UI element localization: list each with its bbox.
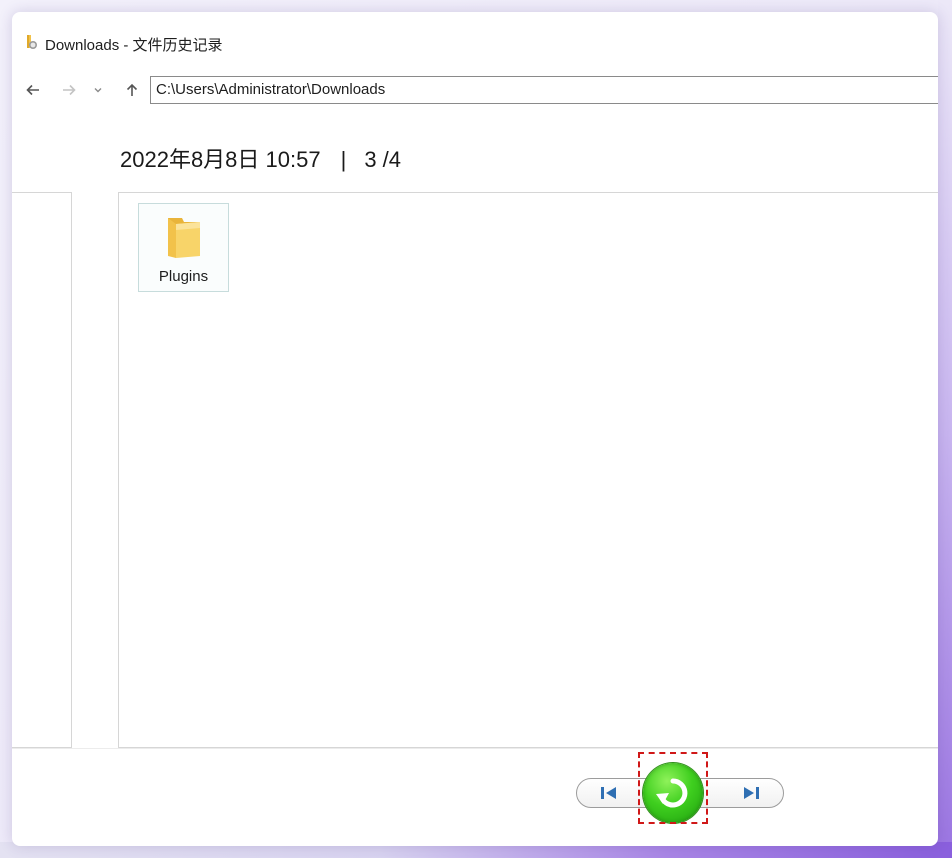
arrow-left-icon (26, 84, 39, 96)
folder-history-icon (27, 35, 37, 49)
file-history-window: Downloads - 文件历史记录 C:\Users\Administrato… (12, 12, 938, 846)
address-bar[interactable]: C:\Users\Administrator\Downloads (150, 76, 938, 104)
snapshot-header: 2022年8月8日 10:57 | 3 /4 (120, 142, 401, 174)
snapshot-datetime: 2022年8月8日 10:57 (120, 147, 321, 172)
next-version-button[interactable] (700, 778, 784, 808)
title-bar: Downloads - 文件历史记录 (12, 12, 938, 72)
restore-button[interactable] (643, 763, 703, 823)
back-button[interactable] (21, 78, 45, 102)
background-right-edge (938, 0, 952, 858)
up-button[interactable] (120, 78, 144, 102)
restore-icon (656, 778, 688, 808)
folder-icon (168, 218, 200, 258)
window-title: Downloads - 文件历史记录 (45, 37, 223, 54)
skip-previous-icon (601, 787, 616, 799)
skip-next-icon (744, 787, 759, 799)
current-snapshot-pane[interactable]: Plugins (118, 192, 938, 748)
navigation-bar: C:\Users\Administrator\Downloads (12, 74, 938, 106)
arrow-right-icon (63, 84, 76, 96)
bottom-divider (12, 748, 938, 749)
recent-locations-button[interactable] (86, 78, 110, 102)
snapshot-position: 3 /4 (364, 147, 402, 172)
arrow-up-icon (126, 83, 138, 96)
previous-snapshot-pane[interactable] (12, 192, 72, 748)
file-name: Plugins (158, 268, 209, 285)
file-item-plugins[interactable]: Plugins (138, 203, 229, 292)
forward-button[interactable] (57, 78, 81, 102)
snapshot-separator: | (340, 147, 347, 172)
chevron-down-icon (94, 88, 102, 93)
